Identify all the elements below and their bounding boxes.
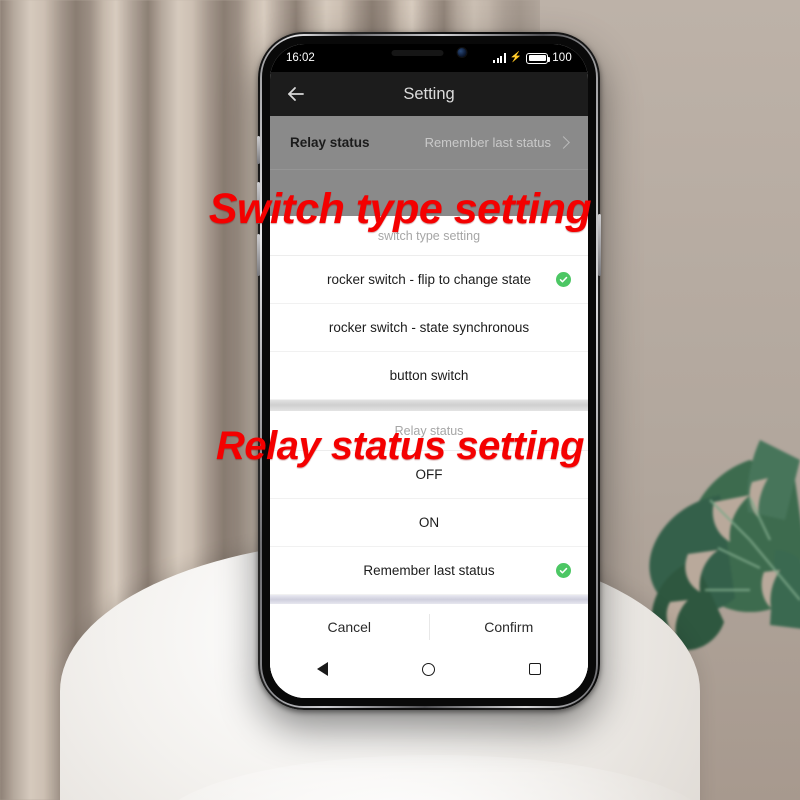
sheet-footer: Cancel Confirm <box>270 604 588 650</box>
table-highlight <box>155 755 715 800</box>
relay-status-section-header: Relay status <box>270 411 588 451</box>
section-divider-band <box>270 400 588 411</box>
page-title: Setting <box>403 84 455 103</box>
check-badge-icon <box>556 272 571 287</box>
app-bar: Setting <box>270 72 588 116</box>
option-button-switch[interactable]: button switch <box>270 352 588 400</box>
option-on[interactable]: ON <box>270 499 588 547</box>
scrim-filler <box>270 170 588 216</box>
battery-full-icon <box>526 52 551 64</box>
option-label: rocker switch - flip to change state <box>326 272 532 287</box>
option-remember-last-status[interactable]: Remember last status <box>270 547 588 595</box>
option-off[interactable]: OFF <box>270 451 588 499</box>
nav-back-triangle-icon[interactable] <box>317 662 328 676</box>
mute-switch-button[interactable] <box>257 136 260 164</box>
option-label: rocker switch - state synchronous <box>328 320 530 335</box>
relay-status-value: Remember last status <box>424 135 551 150</box>
option-rocker-sync[interactable]: rocker switch - state synchronous <box>270 304 588 352</box>
footer-divider-band <box>270 595 588 604</box>
nav-home-circle-icon[interactable] <box>422 662 435 676</box>
status-bar: 16:02 ⚡ 100 <box>270 44 588 72</box>
cancel-button[interactable]: Cancel <box>270 604 429 650</box>
status-icons: ⚡ 100 <box>493 52 572 64</box>
relay-status-label: Relay status <box>290 135 370 150</box>
status-time: 16:02 <box>286 52 315 64</box>
option-label: button switch <box>389 368 469 383</box>
volume-down-button[interactable] <box>257 234 260 276</box>
option-label: OFF <box>415 467 443 482</box>
power-button[interactable] <box>598 214 601 276</box>
nav-recents-square-icon[interactable] <box>529 663 541 675</box>
chevron-right-icon <box>557 136 570 149</box>
volume-up-button[interactable] <box>257 182 260 224</box>
battery-percent: 100 <box>552 52 572 64</box>
check-badge-icon <box>556 563 571 578</box>
front-camera-icon <box>457 48 467 57</box>
notch <box>391 48 467 57</box>
confirm-button[interactable]: Confirm <box>430 604 589 650</box>
option-label: Remember last status <box>363 563 495 578</box>
back-arrow-icon[interactable] <box>284 82 308 106</box>
switch-type-section-header: switch type setting <box>270 216 588 256</box>
signal-bars-icon <box>493 53 506 63</box>
relay-status-row[interactable]: Relay status Remember last status <box>270 116 588 170</box>
android-nav-bar <box>270 650 588 688</box>
bottom-sheet: switch type setting rocker switch - flip… <box>270 216 588 698</box>
earpiece-speaker-icon <box>391 49 444 56</box>
option-label: ON <box>418 515 440 530</box>
phone-screen: 16:02 ⚡ 100 Setting Relay status Remembe… <box>270 44 588 698</box>
dim-scrim[interactable]: Relay status Remember last status <box>270 116 588 216</box>
relay-status-value-group: Remember last status <box>424 135 570 150</box>
charging-bolt-icon: ⚡ <box>509 52 523 63</box>
option-rocker-flip[interactable]: rocker switch - flip to change state <box>270 256 588 304</box>
phone-device: 16:02 ⚡ 100 Setting Relay status Remembe… <box>257 32 601 710</box>
